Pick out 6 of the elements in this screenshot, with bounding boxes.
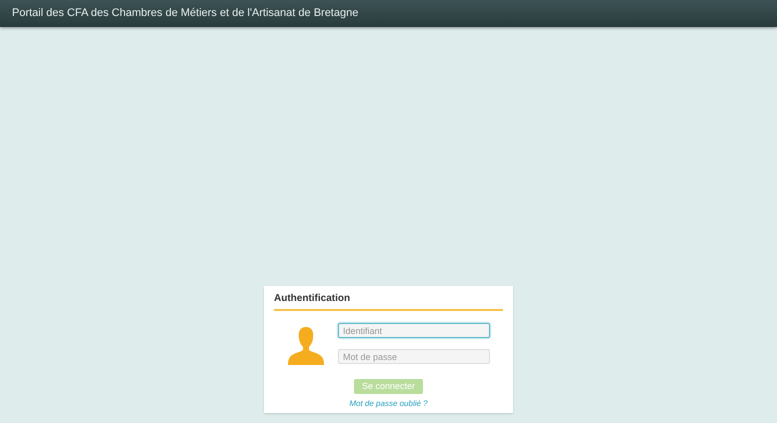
input-field[interactable]: Mot de passe — [338, 349, 490, 364]
card-title: Authentification — [274, 291, 503, 311]
input-field[interactable]: Identifiant — [338, 323, 490, 338]
forgot-password-link[interactable]: Mot de passe oublié ? — [349, 398, 428, 410]
user-icon — [286, 326, 326, 366]
site-title: Portail des CFA des Chambres de Métiers et de l'Artisanat de Bretagne — [12, 6, 358, 22]
